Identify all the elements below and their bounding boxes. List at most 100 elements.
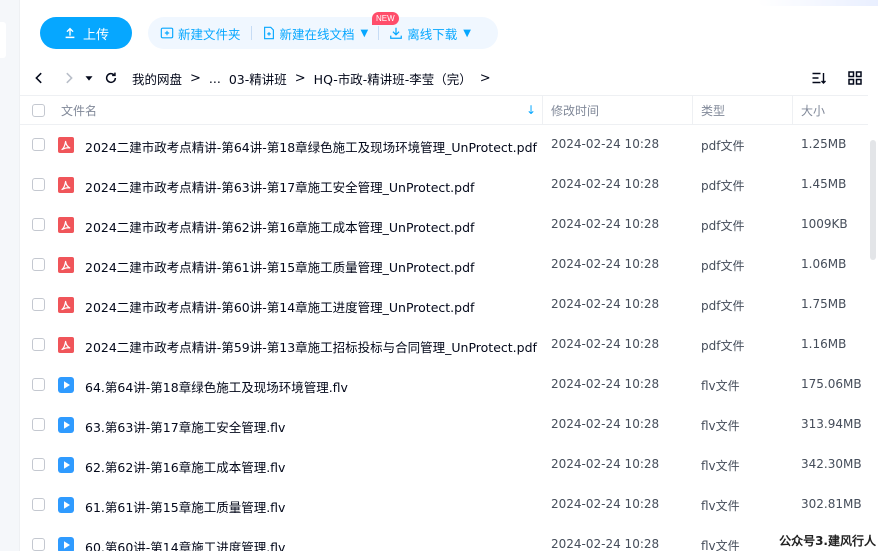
row-checkbox[interactable]	[32, 538, 45, 551]
row-checkbox[interactable]	[32, 338, 45, 351]
back-button[interactable]	[28, 67, 50, 89]
file-type: flv文件	[701, 539, 740, 551]
file-list: 2024二建市政考点精讲-第64讲-第18章绿色施工及现场环境管理_UnProt…	[20, 125, 868, 551]
pdf-icon	[58, 137, 74, 153]
new-online-doc-button[interactable]: 新建在线文档 ▼	[262, 24, 368, 43]
video-icon	[58, 457, 74, 473]
breadcrumb-item-course[interactable]: 03-精讲班	[229, 69, 287, 88]
divider	[378, 26, 380, 40]
column-header-name[interactable]: 文件名	[61, 96, 97, 125]
video-icon	[58, 377, 74, 393]
breadcrumb-separator: >	[294, 70, 306, 86]
new-folder-label: 新建文件夹	[178, 26, 241, 42]
file-size: 342.30MB	[801, 457, 862, 471]
breadcrumb-item-my-drive[interactable]: 我的网盘	[132, 69, 182, 88]
table-row[interactable]: 2024二建市政考点精讲-第64讲-第18章绿色施工及现场环境管理_UnProt…	[20, 125, 868, 165]
file-modified-date: 2024-02-24 10:28	[551, 297, 660, 311]
file-modified-date: 2024-02-24 10:28	[551, 417, 660, 431]
scrollbar[interactable]	[868, 140, 878, 260]
column-header-size[interactable]: 大小	[801, 96, 825, 125]
table-row[interactable]: 60.第60讲-第14章施工进度管理.flv 2024-02-24 10:28 fl…	[20, 525, 868, 551]
pdf-icon	[58, 177, 74, 193]
file-type: pdf文件	[701, 219, 745, 233]
row-checkbox[interactable]	[32, 418, 45, 431]
row-checkbox[interactable]	[32, 378, 45, 391]
file-name[interactable]: 61.第61讲-第15章施工质量管理.flv	[85, 497, 285, 516]
file-name[interactable]: 2024二建市政考点精讲-第60讲-第14章施工进度管理_UnProtect.p…	[85, 297, 474, 316]
download-icon	[390, 27, 403, 39]
table-row[interactable]: 64.第64讲-第18章绿色施工及现场环境管理.flv 2024-02-24 10…	[20, 365, 868, 405]
file-name[interactable]: 64.第64讲-第18章绿色施工及现场环境管理.flv	[85, 377, 348, 396]
file-name[interactable]: 2024二建市政考点精讲-第59讲-第13章施工招标投标与合同管理_UnProt…	[85, 337, 537, 356]
pdf-icon	[58, 337, 74, 353]
table-row[interactable]: 63.第63讲-第17章施工安全管理.flv 2024-02-24 10:28 fl…	[20, 405, 868, 445]
file-name[interactable]: 2024二建市政考点精讲-第64讲-第18章绿色施工及现场环境管理_UnProt…	[85, 137, 537, 156]
table-row[interactable]: 2024二建市政考点精讲-第62讲-第16章施工成本管理_UnProtect.p…	[20, 205, 868, 245]
table-row[interactable]: 2024二建市政考点精讲-第60讲-第14章施工进度管理_UnProtect.p…	[20, 285, 868, 325]
select-all-checkbox[interactable]	[32, 104, 45, 117]
scrollbar-thumb[interactable]	[870, 140, 876, 260]
new-folder-button[interactable]: 新建文件夹	[160, 24, 241, 43]
table-row[interactable]: 2024二建市政考点精讲-第61讲-第15章施工质量管理_UnProtect.p…	[20, 245, 868, 285]
table-header: 文件名 ↓ 修改时间 类型 大小	[20, 95, 868, 125]
row-checkbox[interactable]	[32, 138, 45, 151]
sort-button[interactable]	[808, 67, 830, 89]
video-icon	[58, 537, 74, 551]
file-modified-date: 2024-02-24 10:28	[551, 137, 660, 151]
pdf-icon	[58, 257, 74, 273]
file-type: pdf文件	[701, 139, 745, 153]
file-modified-date: 2024-02-24 10:28	[551, 377, 660, 391]
breadcrumb-separator: >	[190, 70, 201, 86]
file-modified-date: 2024-02-24 10:28	[551, 457, 660, 471]
offline-download-button[interactable]: 离线下载 ▼	[389, 24, 471, 43]
row-checkbox[interactable]	[32, 218, 45, 231]
left-sidebar-edge	[0, 0, 20, 551]
file-name[interactable]: 2024二建市政考点精讲-第62讲-第16章施工成本管理_UnProtect.p…	[85, 217, 474, 236]
file-type: flv文件	[701, 459, 740, 473]
column-divider[interactable]	[692, 96, 693, 125]
row-checkbox[interactable]	[32, 178, 45, 191]
row-checkbox[interactable]	[32, 458, 45, 471]
file-size: 175.06MB	[801, 377, 862, 391]
folder-plus-icon	[160, 27, 174, 39]
file-name[interactable]: 2024二建市政考点精讲-第61讲-第15章施工质量管理_UnProtect.p…	[85, 257, 474, 276]
table-row[interactable]: 2024二建市政考点精讲-第63讲-第17章施工安全管理_UnProtect.p…	[20, 165, 868, 205]
grid-icon	[848, 71, 862, 85]
file-name[interactable]: 60.第60讲-第14章施工进度管理.flv	[85, 537, 285, 551]
top-decoration	[758, 0, 878, 6]
history-dropdown[interactable]	[82, 67, 96, 89]
offline-download-label: 离线下载	[407, 26, 458, 42]
file-type: flv文件	[701, 499, 740, 513]
caret-down-icon	[85, 76, 93, 81]
file-type: flv文件	[701, 419, 740, 433]
table-row[interactable]: 2024二建市政考点精讲-第59讲-第13章施工招标投标与合同管理_UnProt…	[20, 325, 868, 365]
file-size: 313.94MB	[801, 417, 862, 431]
sort-arrow-down-icon[interactable]: ↓	[526, 103, 536, 117]
view-controls	[808, 67, 866, 89]
file-modified-date: 2024-02-24 10:28	[551, 177, 660, 191]
table-row[interactable]: 62.第62讲-第16章施工成本管理.flv 2024-02-24 10:28 fl…	[20, 445, 868, 485]
breadcrumb-item-ellipsis[interactable]: ...	[209, 71, 221, 86]
file-name[interactable]: 62.第62讲-第16章施工成本管理.flv	[85, 457, 285, 476]
row-checkbox[interactable]	[32, 258, 45, 271]
column-header-name-label: 文件名	[61, 104, 98, 118]
column-divider[interactable]	[542, 96, 543, 125]
refresh-button[interactable]	[100, 67, 122, 89]
file-size: 1.45MB	[801, 177, 847, 191]
table-row[interactable]: 61.第61讲-第15章施工质量管理.flv 2024-02-24 10:28 fl…	[20, 485, 868, 525]
column-header-modified[interactable]: 修改时间	[551, 96, 599, 125]
column-divider[interactable]	[792, 96, 793, 125]
pdf-icon	[58, 297, 74, 313]
column-header-type[interactable]: 类型	[701, 96, 725, 125]
row-checkbox[interactable]	[32, 498, 45, 511]
file-name[interactable]: 63.第63讲-第17章施工安全管理.flv	[85, 417, 285, 436]
chevron-right-icon	[66, 72, 73, 84]
chevron-down-icon: ▼	[463, 27, 471, 39]
file-size: 1.25MB	[801, 137, 847, 151]
forward-button[interactable]	[58, 67, 80, 89]
upload-button[interactable]: 上传	[40, 17, 132, 49]
row-checkbox[interactable]	[32, 298, 45, 311]
file-name[interactable]: 2024二建市政考点精讲-第63讲-第17章施工安全管理_UnProtect.p…	[85, 177, 474, 196]
grid-view-button[interactable]	[844, 67, 866, 89]
file-type: pdf文件	[701, 179, 745, 193]
